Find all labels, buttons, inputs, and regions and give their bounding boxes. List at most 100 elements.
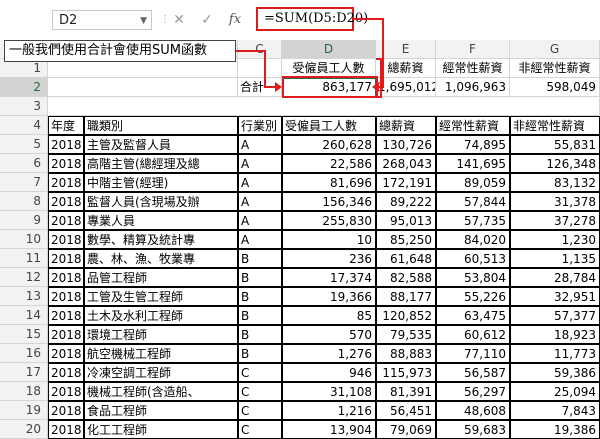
total-regular-salary[interactable]: 1,096,963: [436, 78, 510, 97]
cell-nonregular-salary[interactable]: 59,386: [510, 363, 600, 382]
cell-job-category[interactable]: 專業人員: [84, 211, 238, 230]
cell-year[interactable]: 2018: [48, 192, 84, 211]
cell-nonregular-salary[interactable]: 7,843: [510, 401, 600, 420]
cell-nonregular-salary[interactable]: 37,278: [510, 211, 600, 230]
row-header[interactable]: 8: [0, 192, 48, 211]
cell-total-salary[interactable]: 89,222: [376, 192, 436, 211]
cell-nonregular-salary[interactable]: 1,135: [510, 249, 600, 268]
row-header[interactable]: 18: [0, 382, 48, 401]
cell-job-category[interactable]: 高階主管(總經理及總: [84, 154, 238, 173]
cell-job-category[interactable]: 工管及生管工程師: [84, 287, 238, 306]
row-header[interactable]: 19: [0, 401, 48, 420]
cell-total-salary[interactable]: 130,726: [376, 135, 436, 154]
cell-regular-salary[interactable]: 89,059: [436, 173, 510, 192]
cell-nonregular-salary[interactable]: 18,923: [510, 325, 600, 344]
cell-nonregular-salary[interactable]: 32,951: [510, 287, 600, 306]
cell-industry[interactable]: A: [238, 230, 282, 249]
row-header[interactable]: 4: [0, 116, 48, 135]
cell-job-category[interactable]: 環境工程師: [84, 325, 238, 344]
cell-employees[interactable]: 31,108: [282, 382, 376, 401]
cell-industry[interactable]: C: [238, 401, 282, 420]
cell-year[interactable]: 2018: [48, 211, 84, 230]
cell-industry[interactable]: B: [238, 249, 282, 268]
cell-g1[interactable]: 非經常性薪資: [510, 59, 600, 78]
enter-icon[interactable]: ✓: [196, 10, 218, 30]
cell-employees[interactable]: 255,830: [282, 211, 376, 230]
cell-nonregular-salary[interactable]: 83,132: [510, 173, 600, 192]
row-header[interactable]: 10: [0, 230, 48, 249]
cell-employees[interactable]: 1,216: [282, 401, 376, 420]
cell-regular-salary[interactable]: 141,695: [436, 154, 510, 173]
cell-regular-salary[interactable]: 60,513: [436, 249, 510, 268]
cell-employees[interactable]: 570: [282, 325, 376, 344]
row-header[interactable]: 20: [0, 420, 48, 439]
cell-industry[interactable]: C: [238, 420, 282, 439]
cell-total-salary[interactable]: 172,191: [376, 173, 436, 192]
cell-job-category[interactable]: 機械工程師(含造船、: [84, 382, 238, 401]
cell-industry[interactable]: C: [238, 382, 282, 401]
cell-employees[interactable]: 1,276: [282, 344, 376, 363]
header-regular-salary[interactable]: 經常性薪資: [436, 116, 510, 135]
cell-job-category[interactable]: 冷凍空調工程師: [84, 363, 238, 382]
cell-year[interactable]: 2018: [48, 230, 84, 249]
cell-c1[interactable]: [238, 59, 282, 78]
row-header[interactable]: 9: [0, 211, 48, 230]
column-header-d[interactable]: D: [282, 40, 376, 59]
header-industry[interactable]: 行業別: [238, 116, 282, 135]
cell-regular-salary[interactable]: 53,804: [436, 268, 510, 287]
cell-total-salary[interactable]: 56,451: [376, 401, 436, 420]
total-salary[interactable]: 1,695,012: [376, 78, 436, 97]
row-header[interactable]: 11: [0, 249, 48, 268]
cell-total-salary[interactable]: 79,535: [376, 325, 436, 344]
cell-total-salary[interactable]: 95,013: [376, 211, 436, 230]
column-header-e[interactable]: E: [376, 40, 436, 59]
cell-e1[interactable]: 總薪資: [376, 59, 436, 78]
cell-employees[interactable]: 17,374: [282, 268, 376, 287]
header-total-salary[interactable]: 總薪資: [376, 116, 436, 135]
cell-total-salary[interactable]: 268,043: [376, 154, 436, 173]
cell-nonregular-salary[interactable]: 31,378: [510, 192, 600, 211]
cell-job-category[interactable]: 數學、精算及統計專: [84, 230, 238, 249]
cell-job-category[interactable]: 土木及水利工程師: [84, 306, 238, 325]
cell-industry[interactable]: A: [238, 135, 282, 154]
header-year[interactable]: 年度: [48, 116, 84, 135]
cell-employees[interactable]: 260,628: [282, 135, 376, 154]
cell-industry[interactable]: B: [238, 344, 282, 363]
cell-industry[interactable]: B: [238, 268, 282, 287]
cell-industry[interactable]: A: [238, 173, 282, 192]
cell-job-category[interactable]: 航空機械工程師: [84, 344, 238, 363]
cell-total-salary[interactable]: 82,588: [376, 268, 436, 287]
cell-year[interactable]: 2018: [48, 401, 84, 420]
cell-regular-salary[interactable]: 57,844: [436, 192, 510, 211]
cell-regular-salary[interactable]: 77,110: [436, 344, 510, 363]
cell-year[interactable]: 2018: [48, 420, 84, 439]
cell-job-category[interactable]: 主管及監督人員: [84, 135, 238, 154]
cell-employees[interactable]: 946: [282, 363, 376, 382]
row-header[interactable]: 5: [0, 135, 48, 154]
cell-nonregular-salary[interactable]: 19,386: [510, 420, 600, 439]
cell-regular-salary[interactable]: 56,587: [436, 363, 510, 382]
cell-regular-salary[interactable]: 48,608: [436, 401, 510, 420]
cell-regular-salary[interactable]: 60,612: [436, 325, 510, 344]
cell-nonregular-salary[interactable]: 25,094: [510, 382, 600, 401]
header-nonregular-salary[interactable]: 非經常性薪資: [510, 116, 600, 135]
cell-regular-salary[interactable]: 59,683: [436, 420, 510, 439]
cell-job-category[interactable]: 化工工程師: [84, 420, 238, 439]
name-box[interactable]: D2 ▼: [52, 10, 152, 30]
cell-year[interactable]: 2018: [48, 249, 84, 268]
cell-year[interactable]: 2018: [48, 382, 84, 401]
row-header[interactable]: 13: [0, 287, 48, 306]
row-header[interactable]: 2: [0, 78, 48, 97]
cell-year[interactable]: 2018: [48, 306, 84, 325]
cell-nonregular-salary[interactable]: 57,377: [510, 306, 600, 325]
row-header[interactable]: 16: [0, 344, 48, 363]
cell-employees[interactable]: 85: [282, 306, 376, 325]
cell-total-salary[interactable]: 88,883: [376, 344, 436, 363]
cell-employees[interactable]: 19,366: [282, 287, 376, 306]
row-header[interactable]: 17: [0, 363, 48, 382]
cell-employees[interactable]: 236: [282, 249, 376, 268]
cell-year[interactable]: 2018: [48, 325, 84, 344]
cell-regular-salary[interactable]: 56,297: [436, 382, 510, 401]
cell-regular-salary[interactable]: 57,735: [436, 211, 510, 230]
cell-employees[interactable]: 22,586: [282, 154, 376, 173]
